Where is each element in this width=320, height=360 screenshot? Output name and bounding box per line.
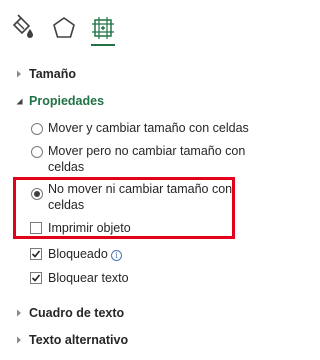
pentagon-icon (53, 17, 75, 38)
section-size[interactable]: Tamaño (0, 65, 252, 85)
section-text-box[interactable]: Cuadro de texto (0, 304, 252, 324)
chevron-right-icon (14, 335, 24, 345)
lock-text-label: Bloquear texto (48, 271, 129, 285)
checkmark-icon (31, 250, 41, 258)
move-no-resize-label-line1: Mover pero no cambiar tamaño con (48, 144, 246, 158)
chevron-right-icon (14, 308, 24, 318)
section-alt-text[interactable]: Texto alternativo (0, 331, 252, 351)
format-tabs (0, 14, 252, 46)
paint-bucket-icon (12, 14, 33, 38)
move-resize-label: Mover y cambiar tamaño con celdas (48, 121, 249, 135)
radio-button[interactable] (31, 123, 43, 135)
fill-line-tab[interactable] (8, 14, 36, 42)
radio-move-no-resize[interactable]: Mover pero no cambiar tamaño con celdas (0, 143, 252, 177)
section-properties[interactable]: Propiedades (0, 92, 252, 112)
top-header-partial (0, 0, 252, 6)
checkbox-lock-text[interactable]: Bloquear texto (0, 270, 252, 288)
section-size-title: Tamaño (29, 67, 76, 81)
info-icon[interactable]: i (111, 250, 122, 261)
locked-label: Bloqueado (48, 247, 108, 261)
chevron-down-icon (14, 96, 24, 106)
section-properties-title: Propiedades (29, 94, 105, 108)
locked-checkbox[interactable] (30, 248, 42, 260)
section-text-box-title: Cuadro de texto (29, 306, 125, 320)
selected-tab-indicator (91, 44, 115, 46)
checkbox-locked[interactable]: Bloqueado (0, 246, 252, 264)
radio-button[interactable] (31, 146, 43, 158)
section-alt-text-title: Texto alternativo (29, 333, 129, 347)
highlight-box (13, 177, 235, 239)
effects-tab[interactable] (50, 14, 78, 42)
lock-text-checkbox[interactable] (30, 272, 42, 284)
size-properties-tab[interactable] (89, 14, 117, 42)
radio-move-resize[interactable]: Mover y cambiar tamaño con celdas (0, 120, 252, 138)
chevron-right-icon (14, 69, 24, 79)
move-no-resize-label-line2: celdas (48, 160, 85, 174)
checkmark-icon (31, 274, 41, 282)
size-properties-icon (92, 17, 114, 39)
